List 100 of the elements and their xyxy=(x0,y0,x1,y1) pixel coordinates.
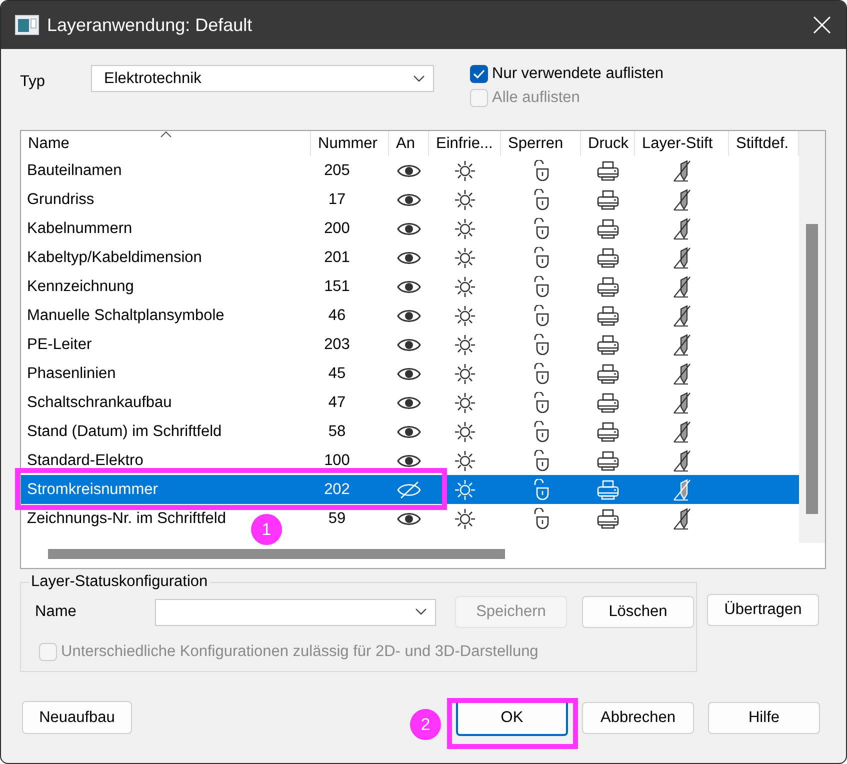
layer-number: 205 xyxy=(323,162,351,180)
pen-crossed-icon[interactable] xyxy=(673,420,691,442)
layer-name: Bauteilnamen xyxy=(26,162,123,180)
padlock-icon[interactable] xyxy=(532,160,550,181)
printer-icon[interactable] xyxy=(597,306,619,326)
printer-icon[interactable] xyxy=(597,392,619,412)
eye-crossed-icon[interactable] xyxy=(397,480,421,498)
layer-name: Manuelle Schaltplansymbole xyxy=(26,306,226,324)
sun-icon[interactable] xyxy=(455,508,475,528)
layer-number: 59 xyxy=(327,510,347,528)
field-label: Name xyxy=(35,603,78,621)
layer-number: 17 xyxy=(327,190,347,208)
printer-icon[interactable] xyxy=(597,334,619,354)
step-badge: 2 xyxy=(410,709,441,740)
sun-icon[interactable] xyxy=(455,364,475,384)
layer-name: Stand (Datum) im Schriftfeld xyxy=(26,422,223,440)
column-header[interactable]: Nummer xyxy=(311,131,389,156)
printer-icon[interactable] xyxy=(597,276,619,296)
sun-icon[interactable] xyxy=(455,190,475,210)
sun-icon[interactable] xyxy=(455,450,475,470)
pen-crossed-icon[interactable] xyxy=(673,450,691,472)
pen-crossed-icon[interactable] xyxy=(673,246,691,268)
column-header[interactable]: Name xyxy=(21,131,311,156)
sun-icon[interactable] xyxy=(455,334,475,354)
padlock-icon[interactable] xyxy=(532,305,550,326)
padlock-icon[interactable] xyxy=(532,450,550,471)
transfer-button[interactable]: Übertragen xyxy=(707,594,819,626)
printer-icon[interactable] xyxy=(597,450,619,470)
padlock-icon[interactable] xyxy=(532,508,550,529)
layer-name: Kabelnummern xyxy=(26,220,134,238)
pen-crossed-icon[interactable] xyxy=(673,392,691,414)
field-label: Typ xyxy=(20,72,46,91)
group-title: Layer-Statuskonfiguration xyxy=(29,573,210,591)
pen-crossed-icon[interactable] xyxy=(673,160,691,182)
sun-icon[interactable] xyxy=(455,392,475,412)
pen-crossed-icon[interactable] xyxy=(673,362,691,384)
padlock-icon[interactable] xyxy=(532,276,550,297)
padlock-icon[interactable] xyxy=(532,363,550,384)
padlock-icon[interactable] xyxy=(532,218,550,239)
sun-icon[interactable] xyxy=(455,422,475,442)
layer-name: Schaltschrankaufbau xyxy=(26,394,173,412)
layer-name: Zeichnungs-Nr. im Schriftfeld xyxy=(26,510,227,528)
scroll-thumb[interactable] xyxy=(806,224,818,514)
padlock-icon[interactable] xyxy=(532,247,550,268)
padlock-icon[interactable] xyxy=(532,334,550,355)
dialog-button[interactable]: Abbrechen xyxy=(582,702,694,734)
selected-row[interactable]: Stromkreisnummer 202 xyxy=(21,475,799,504)
printer-icon[interactable] xyxy=(597,190,619,210)
vertical-scrollbar[interactable] xyxy=(799,131,825,543)
padlock-icon[interactable] xyxy=(532,189,550,210)
dialog-button[interactable]: Neuaufbau xyxy=(22,701,132,734)
sun-icon[interactable] xyxy=(455,248,475,268)
printer-icon[interactable] xyxy=(597,160,619,180)
padlock-icon[interactable] xyxy=(532,392,550,413)
column-header[interactable]: An xyxy=(389,131,429,156)
pen-crossed-icon[interactable] xyxy=(673,276,691,298)
layer-name: Phasenlinien xyxy=(26,364,117,382)
layer-number: 45 xyxy=(327,364,347,382)
layer-number: 200 xyxy=(323,220,351,238)
pen-crossed-icon[interactable] xyxy=(673,334,691,356)
layer-number: 202 xyxy=(323,480,351,498)
chevron-down-icon xyxy=(415,608,427,616)
dialog-button[interactable]: Hilfe xyxy=(708,702,820,734)
printer-icon[interactable] xyxy=(597,508,619,528)
checkbox-label: Alle auflisten xyxy=(492,89,580,107)
sun-icon[interactable] xyxy=(455,306,475,326)
checkbox-label: Nur verwendete auflisten xyxy=(492,65,664,83)
layer-name: Grundriss xyxy=(26,190,96,208)
printer-icon[interactable] xyxy=(597,364,619,384)
checkbox[interactable] xyxy=(470,65,488,83)
pen-crossed-icon[interactable] xyxy=(673,218,691,240)
column-header[interactable]: Sperren xyxy=(501,131,581,156)
printer-icon[interactable] xyxy=(597,218,619,238)
layer-number: 47 xyxy=(327,394,347,412)
layer-number: 151 xyxy=(323,278,351,296)
column-header[interactable]: Layer-Stift xyxy=(635,131,729,156)
column-header[interactable]: Einfrie... xyxy=(429,131,501,156)
sun-icon[interactable] xyxy=(455,218,475,238)
column-header[interactable]: Druck xyxy=(581,131,635,156)
padlock-icon[interactable] xyxy=(532,421,550,442)
layer-name: Kabeltyp/Kabeldimension xyxy=(26,248,203,266)
layer-number: 46 xyxy=(327,306,347,324)
printer-icon[interactable] xyxy=(597,422,619,442)
printer-icon[interactable] xyxy=(597,248,619,268)
sun-icon[interactable] xyxy=(455,276,475,296)
check-icon xyxy=(473,69,485,79)
layer-number: 58 xyxy=(327,422,347,440)
config-button[interactable]: Löschen xyxy=(582,596,694,628)
sun-icon[interactable] xyxy=(455,160,475,180)
pen-crossed-icon[interactable] xyxy=(673,508,691,530)
window-title: Layeranwendung: Default xyxy=(47,14,254,36)
chevron-down-icon xyxy=(413,74,425,82)
checkbox-label: Unterschiedliche Konfigurationen zulässig für 2D- und 3D-Darstellung xyxy=(61,643,538,661)
pen-crossed-icon[interactable] xyxy=(673,304,691,326)
layer-number: 203 xyxy=(323,336,351,354)
pen-crossed-icon[interactable] xyxy=(673,188,691,210)
layer-name: Standard-Elektro xyxy=(26,452,144,470)
scroll-thumb[interactable] xyxy=(48,549,505,559)
type-dropdown[interactable]: Elektrotechnik xyxy=(91,65,434,92)
layer-number: 100 xyxy=(323,452,351,470)
